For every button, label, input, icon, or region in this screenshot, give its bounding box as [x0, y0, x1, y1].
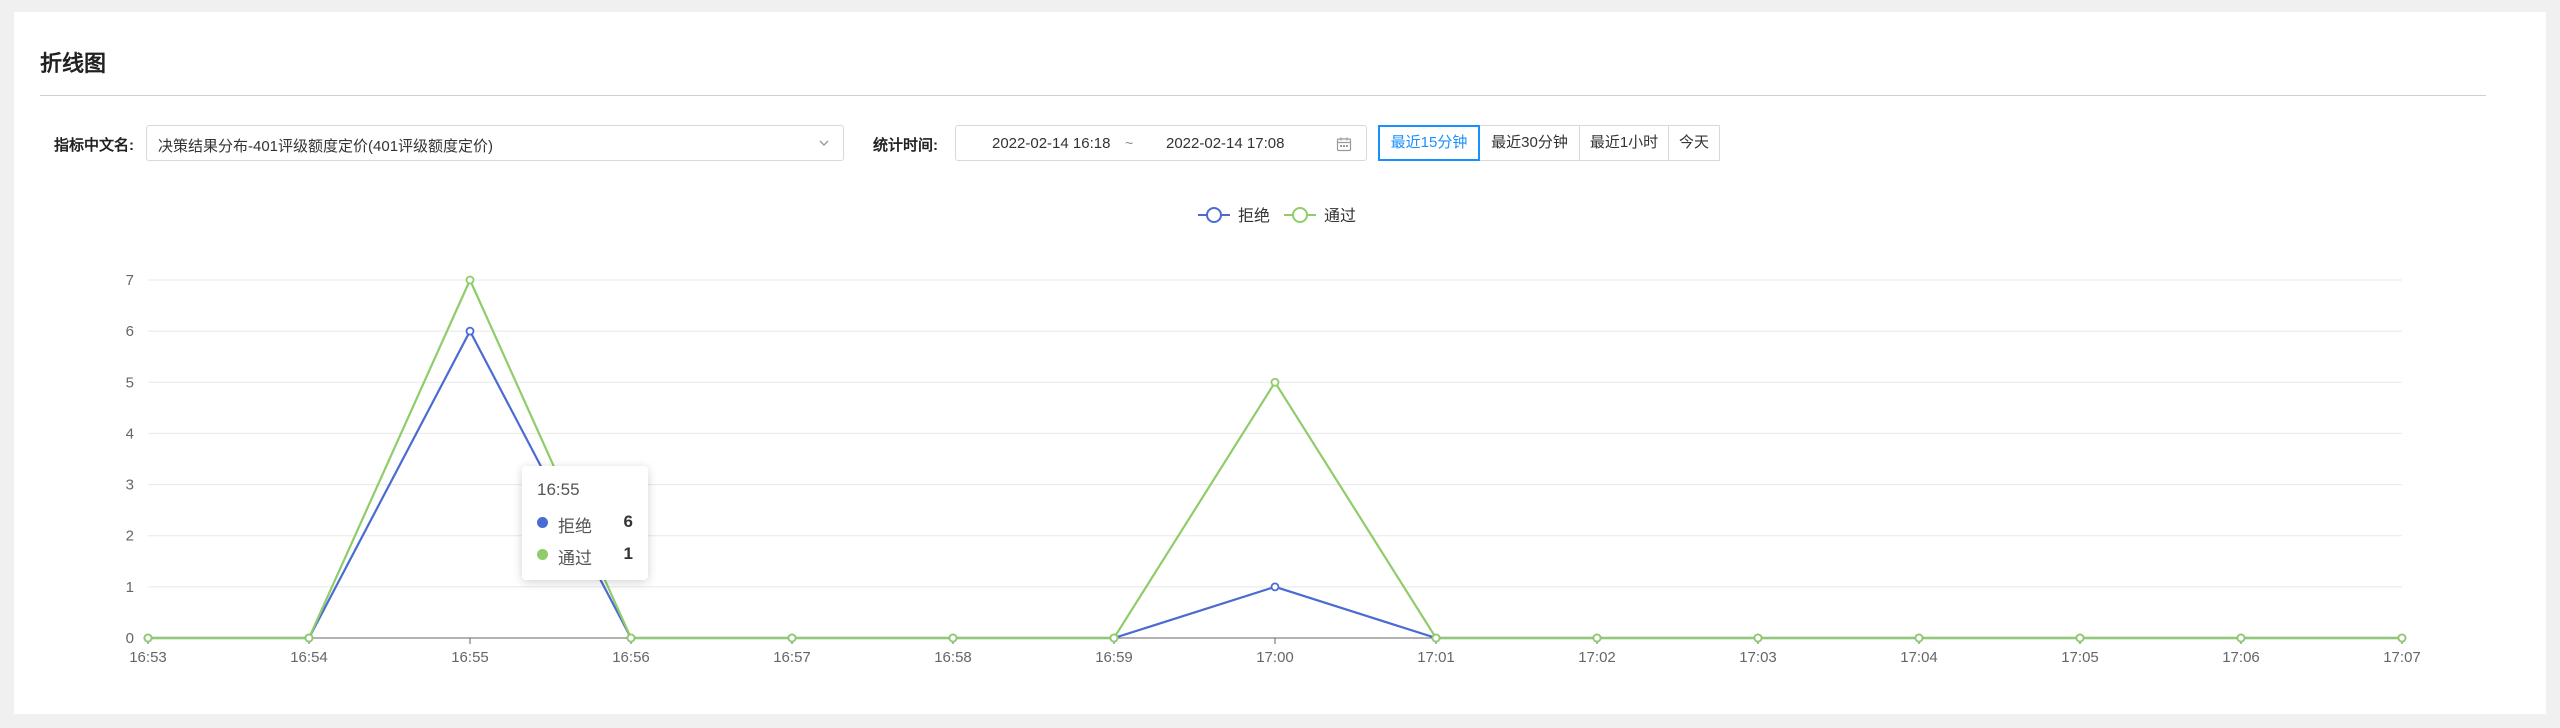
x-tick-label: 17:06 — [2222, 649, 2260, 666]
tooltip-dot-pass — [537, 549, 548, 560]
tooltip-series-value: 1 — [623, 544, 633, 563]
legend-marker — [1292, 207, 1308, 223]
data-point-pass — [304, 633, 314, 643]
x-tick-label: 16:59 — [1095, 649, 1133, 666]
data-point-reject — [465, 326, 475, 336]
tooltip-series-name: 通过 — [558, 549, 592, 568]
data-point-pass — [1270, 377, 1280, 387]
x-tick-label: 17:04 — [1900, 649, 1938, 666]
x-tick-label: 16:54 — [290, 649, 328, 666]
data-point-pass — [1431, 633, 1441, 643]
legend-item-reject[interactable]: 拒绝 — [1198, 207, 1270, 225]
y-tick-label: 7 — [126, 272, 134, 289]
data-point-reject — [1270, 582, 1280, 592]
tooltip-row-pass: 通过 1 — [537, 544, 633, 568]
data-point-pass — [948, 633, 958, 643]
x-tick-label: 16:53 — [129, 649, 167, 666]
x-tick-label: 17:01 — [1417, 649, 1455, 666]
tooltip-title: 16:55 — [537, 480, 580, 499]
data-point-pass — [1592, 633, 1602, 643]
x-tick-label: 17:02 — [1578, 649, 1616, 666]
tooltip-series-value: 6 — [623, 512, 633, 531]
legend-marker — [1206, 207, 1222, 223]
y-tick-label: 5 — [126, 374, 134, 391]
legend-item-pass[interactable]: 通过 — [1284, 207, 1356, 225]
x-tick-label: 16:55 — [451, 649, 489, 666]
y-tick-label: 4 — [126, 425, 134, 442]
y-tick-label: 0 — [126, 630, 134, 647]
y-tick-label: 3 — [126, 477, 134, 494]
legend-label: 通过 — [1324, 207, 1356, 225]
tooltip-dot-reject — [537, 517, 548, 528]
x-tick-label: 17:03 — [1739, 649, 1777, 666]
y-tick-label: 2 — [126, 528, 134, 545]
chart-tooltip: 16:55 拒绝 6 通过 1 — [522, 466, 648, 580]
x-tick-label: 16:56 — [612, 649, 650, 666]
data-point-pass — [465, 275, 475, 285]
legend-label: 拒绝 — [1238, 207, 1270, 225]
data-point-pass — [1914, 633, 1924, 643]
data-point-pass — [143, 633, 153, 643]
data-point-pass — [2397, 633, 2407, 643]
y-tick-label: 1 — [126, 579, 134, 596]
data-point-pass — [787, 633, 797, 643]
data-point-pass — [2236, 633, 2246, 643]
data-point-pass — [1753, 633, 1763, 643]
line-chart: 0123456716:53 16:54 16:55 16:56 16:57 16:58 16… — [126, 207, 2421, 666]
x-tick-label: 17:05 — [2061, 649, 2099, 666]
tooltip-row-reject: 拒绝 6 — [537, 512, 633, 536]
tooltip-series-name: 拒绝 — [558, 517, 592, 536]
x-tick-label: 16:57 — [773, 649, 811, 666]
data-point-pass — [626, 633, 636, 643]
quick-range-15min-button[interactable]: 最近15分钟 — [1378, 125, 1480, 161]
x-tick-label: 17:07 — [2383, 649, 2421, 666]
y-tick-label: 6 — [126, 323, 134, 340]
x-tick-label: 16:58 — [934, 649, 972, 666]
data-point-pass — [2075, 633, 2085, 643]
x-tick-label: 17:00 — [1256, 649, 1294, 666]
data-point-pass — [1109, 633, 1119, 643]
